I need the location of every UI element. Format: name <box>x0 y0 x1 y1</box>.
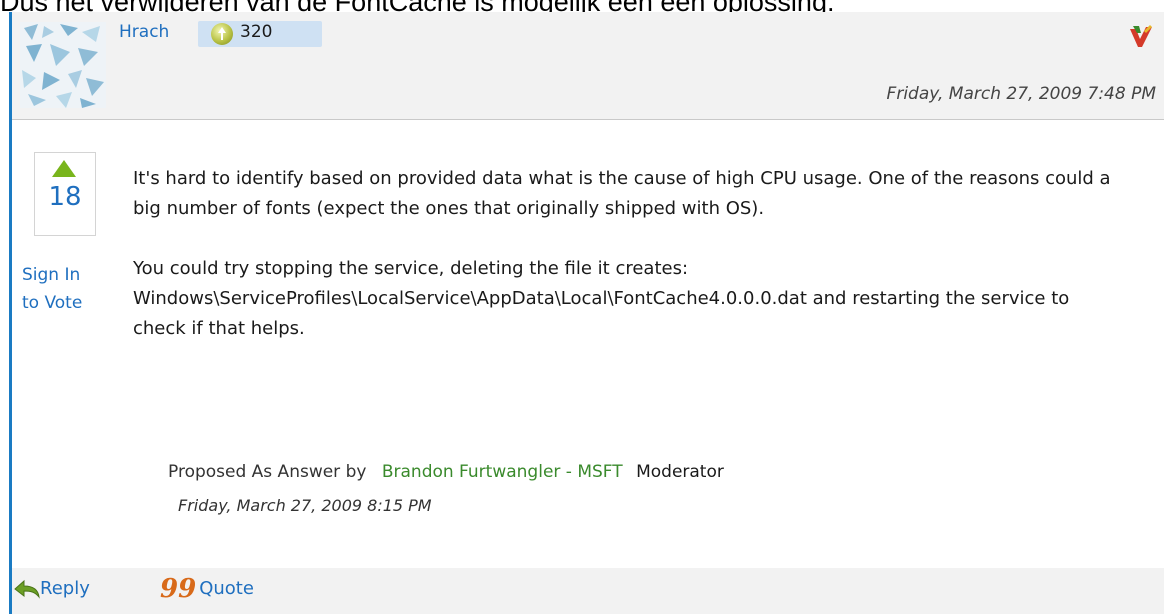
post-body: It's hard to identify based on provided … <box>133 164 1123 344</box>
avatar[interactable] <box>20 22 106 108</box>
vote-count: 18 <box>48 182 82 212</box>
quote-icon: 99 <box>160 573 197 604</box>
post-header: Hrach 320 Friday, March 27, 2009 7:48 PM <box>12 12 1164 120</box>
reply-label[interactable]: Reply <box>40 578 90 599</box>
vote-box: 18 <box>34 152 96 236</box>
post-footer: Reply 99 Quote <box>12 568 1164 614</box>
points-value: 320 <box>240 22 273 42</box>
mvp-icon <box>1130 25 1152 47</box>
sign-in-line2[interactable]: to Vote <box>22 289 112 317</box>
proposed-by-link[interactable]: Brandon Furtwangler - MSFT <box>382 462 623 482</box>
post-date: Friday, March 27, 2009 7:48 PM <box>886 84 1156 104</box>
points-badge: 320 <box>198 21 322 47</box>
reply-button[interactable]: Reply <box>14 578 90 599</box>
forum-post: Hrach 320 Friday, March 27, 2009 7:48 PM… <box>0 12 1164 614</box>
quote-label[interactable]: Quote <box>199 578 254 599</box>
proposed-answer-line: Proposed As Answer by Brandon Furtwangle… <box>168 462 724 482</box>
sign-in-line1[interactable]: Sign In <box>22 261 112 289</box>
quote-button[interactable]: 99 Quote <box>160 573 254 604</box>
vote-up-icon[interactable] <box>52 160 76 177</box>
points-icon <box>211 23 233 45</box>
moderator-label: Moderator <box>636 462 724 482</box>
proposed-answer-prefix: Proposed As Answer by <box>168 462 367 482</box>
author-link[interactable]: Hrach <box>119 22 169 42</box>
proposed-answer-date: Friday, March 27, 2009 8:15 PM <box>178 496 432 515</box>
post-paragraph-2: You could try stopping the service, dele… <box>133 258 1070 339</box>
post-paragraph-1: It's hard to identify based on provided … <box>133 168 1111 219</box>
sign-in-to-vote-link[interactable]: Sign In to Vote <box>22 261 112 317</box>
reply-arrow-icon <box>14 579 40 599</box>
